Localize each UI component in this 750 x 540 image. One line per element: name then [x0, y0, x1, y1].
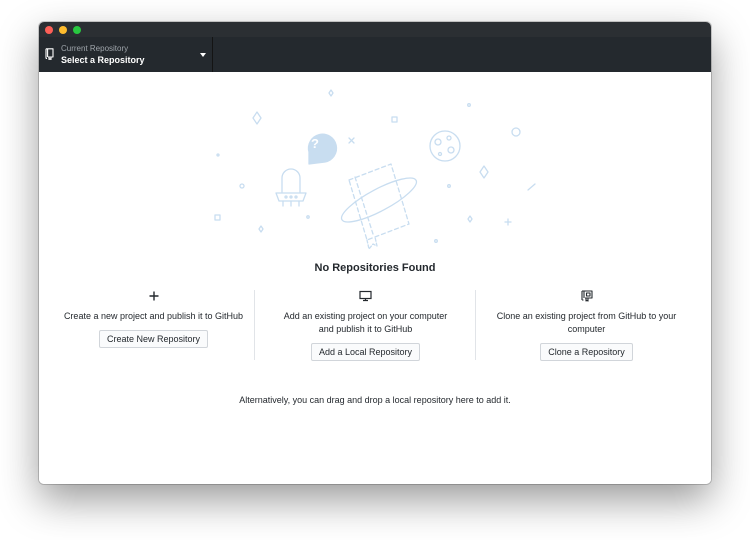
dot-icon — [467, 103, 471, 107]
dot-icon — [434, 239, 438, 243]
minimize-window-button[interactable] — [59, 26, 67, 34]
create-repository-description: Create a new project and publish it to G… — [63, 311, 244, 321]
dot-icon — [306, 215, 310, 219]
dot-icon — [239, 183, 245, 189]
repo-title: Select a Repository — [61, 55, 145, 65]
toolbar: Current Repository Select a Repository — [39, 37, 711, 72]
current-repository-dropdown[interactable]: Current Repository Select a Repository — [39, 37, 213, 72]
repo-caption: Current Repository — [61, 44, 129, 53]
monitor-icon — [359, 290, 372, 302]
bell-icon — [281, 168, 301, 193]
drag-drop-hint: Alternatively, you can drag and drop a l… — [239, 395, 511, 405]
empty-state-heading: No Repositories Found — [314, 262, 436, 274]
dot-icon — [511, 127, 521, 137]
clone-repository-section: Clone an existing project from GitHub to… — [476, 290, 697, 361]
sparkle-icon — [328, 89, 334, 97]
clone-repository-button[interactable]: Clone a Repository — [540, 343, 633, 361]
space-illustration: ? — [214, 89, 536, 250]
title-bar — [39, 22, 711, 37]
add-local-repository-description: Add an existing project on your computer… — [283, 311, 448, 334]
caret-down-icon — [200, 53, 206, 57]
dash-icon — [527, 183, 536, 191]
plus-icon — [149, 291, 158, 301]
dot-icon — [447, 184, 451, 188]
close-window-button[interactable] — [45, 26, 53, 34]
sparkle-icon — [252, 111, 262, 125]
create-new-repository-button[interactable]: Create New Repository — [98, 330, 209, 348]
sparkle-icon — [467, 215, 473, 223]
dot-icon — [216, 153, 220, 157]
svg-text:?: ? — [311, 136, 319, 151]
square-icon — [214, 214, 221, 221]
create-repository-section: Create a new project and publish it to G… — [43, 290, 264, 348]
app-window: Current Repository Select a Repository ?… — [39, 22, 711, 484]
sparkle-icon — [258, 225, 264, 233]
moon-icon — [429, 130, 461, 162]
sparkle-icon — [479, 165, 489, 179]
add-local-repository-button[interactable]: Add a Local Repository — [310, 343, 421, 361]
clone-repository-description: Clone an existing project from GitHub to… — [496, 311, 677, 334]
square-icon — [391, 116, 398, 123]
empty-state: ? No Repositories Found Create a new pro — [39, 72, 711, 484]
add-local-repository-section: Add an existing project on your computer… — [255, 290, 476, 361]
cross-icon — [348, 137, 355, 144]
repo-planet-icon — [348, 163, 410, 241]
zoom-window-button[interactable] — [73, 26, 81, 34]
repo-clone-icon — [580, 290, 593, 302]
cross-icon — [504, 218, 512, 226]
repo-icon — [45, 48, 54, 60]
